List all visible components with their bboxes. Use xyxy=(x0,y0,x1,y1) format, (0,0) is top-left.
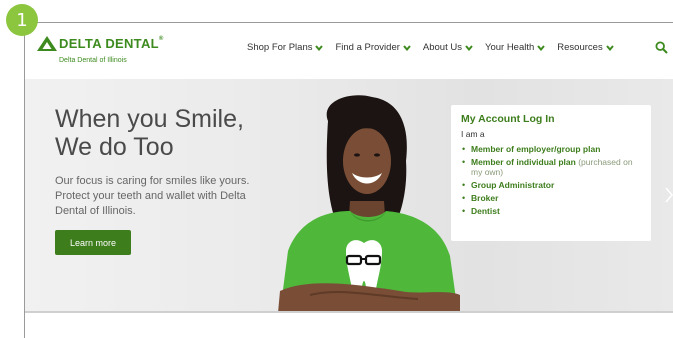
chevron-down-icon xyxy=(465,44,473,51)
chevron-down-icon xyxy=(403,44,411,51)
nav-shop-for-plans[interactable]: Shop For Plans xyxy=(247,42,324,53)
link-group-administrator[interactable]: Group Administrator xyxy=(471,180,554,190)
nav-label: Find a Provider xyxy=(335,42,400,53)
link-member-group-plan[interactable]: Member of employer/group plan xyxy=(471,144,600,154)
nav-about-us[interactable]: About Us xyxy=(423,42,473,53)
nav-label: Your Health xyxy=(484,42,535,53)
link-broker[interactable]: Broker xyxy=(471,193,498,203)
brand-name: DELTA DENTAL® xyxy=(59,36,164,52)
account-login-title: My Account Log In xyxy=(461,113,555,125)
account-login-card: My Account Log In I am a Member of emplo… xyxy=(451,105,651,241)
learn-more-button[interactable]: Learn more xyxy=(55,230,131,255)
nav-find-a-provider[interactable]: Find a Provider xyxy=(335,42,411,53)
hero-photo-woman xyxy=(278,95,460,313)
search-icon[interactable] xyxy=(655,41,668,54)
hero-banner: When you Smile, We do Too Our focus is c… xyxy=(25,79,673,313)
chevron-right-icon[interactable] xyxy=(665,187,673,203)
link-member-individual-plan[interactable]: Member of individual plan xyxy=(471,157,576,167)
list-item: Group Administrator xyxy=(461,180,641,190)
list-item: Broker xyxy=(461,193,641,203)
account-type-list: Member of employer/group plan Member of … xyxy=(461,144,641,216)
list-item: Member of individual plan (purchased on … xyxy=(461,157,641,177)
chevron-down-icon xyxy=(537,44,546,51)
chevron-down-icon xyxy=(315,44,324,51)
nav-label: About Us xyxy=(422,42,462,53)
hero-description: Our focus is caring for smiles like your… xyxy=(55,175,250,217)
main-nav: Shop For Plans Find a Provider About Us … xyxy=(247,42,614,53)
link-dentist[interactable]: Dentist xyxy=(471,206,500,216)
delta-dental-logo[interactable]: DELTA DENTAL® xyxy=(37,35,164,53)
account-login-subtitle: I am a xyxy=(461,129,485,139)
step-number-badge: 1 xyxy=(6,4,38,36)
chevron-down-icon xyxy=(605,44,614,51)
list-item: Member of employer/group plan xyxy=(461,144,641,154)
delta-logo-icon xyxy=(37,36,57,52)
brand-subtitle: Delta Dental of Illinois xyxy=(59,57,127,64)
nav-your-health[interactable]: Your Health xyxy=(484,42,546,53)
nav-resources[interactable]: Resources xyxy=(557,42,614,53)
site-header: DELTA DENTAL® Delta Dental of Illinois S… xyxy=(25,23,673,79)
list-item: Dentist xyxy=(461,206,641,216)
nav-label: Resources xyxy=(557,42,603,53)
content-area xyxy=(25,313,673,338)
nav-label: Shop For Plans xyxy=(247,42,313,53)
browser-frame: DELTA DENTAL® Delta Dental of Illinois S… xyxy=(24,22,673,338)
